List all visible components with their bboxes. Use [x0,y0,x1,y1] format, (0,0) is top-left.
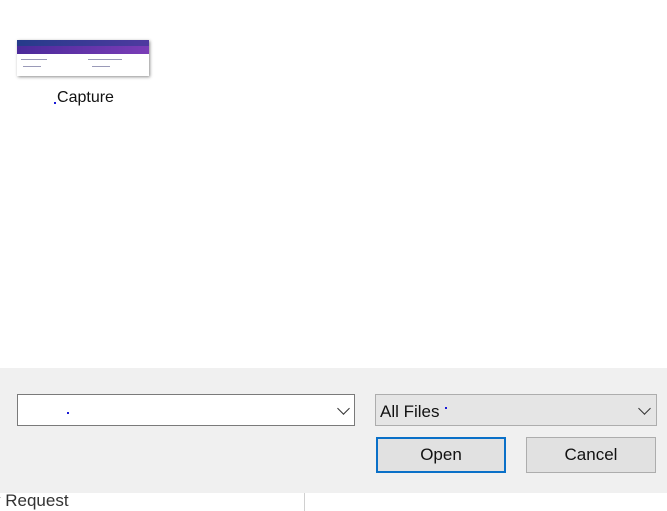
open-file-dialog: Capture e: All Files Open Cancel [0,0,667,493]
file-name-text: Capture [57,89,114,106]
chevron-down-icon[interactable] [638,402,651,415]
file-type-select[interactable]: All Files [375,394,657,426]
text-caret [67,412,69,414]
thumbnail-line [92,66,110,67]
background-divider [304,493,305,511]
file-list-view[interactable]: Capture [0,0,667,368]
file-thumbnail [17,40,149,76]
file-name-combobox[interactable] [17,394,355,426]
thumbnail-line [88,59,122,60]
thumbnail-line [21,59,47,60]
file-name-field-label: e: [0,402,1,420]
dialog-footer: e: All Files Open Cancel [0,368,667,493]
focus-indicator [444,407,447,409]
focus-indicator [54,102,57,104]
file-name-label: Capture [14,89,154,107]
thumbnail-title-bar [17,46,149,54]
file-item-capture[interactable]: Capture [14,38,154,114]
thumbnail-line [23,66,41,67]
background-window: v Request [0,491,667,511]
open-button[interactable]: Open [376,437,506,473]
chevron-down-icon[interactable] [337,402,350,415]
cancel-button[interactable]: Cancel [526,437,656,473]
background-window-text: v Request [0,491,69,510]
file-type-value: All Files [380,402,447,422]
